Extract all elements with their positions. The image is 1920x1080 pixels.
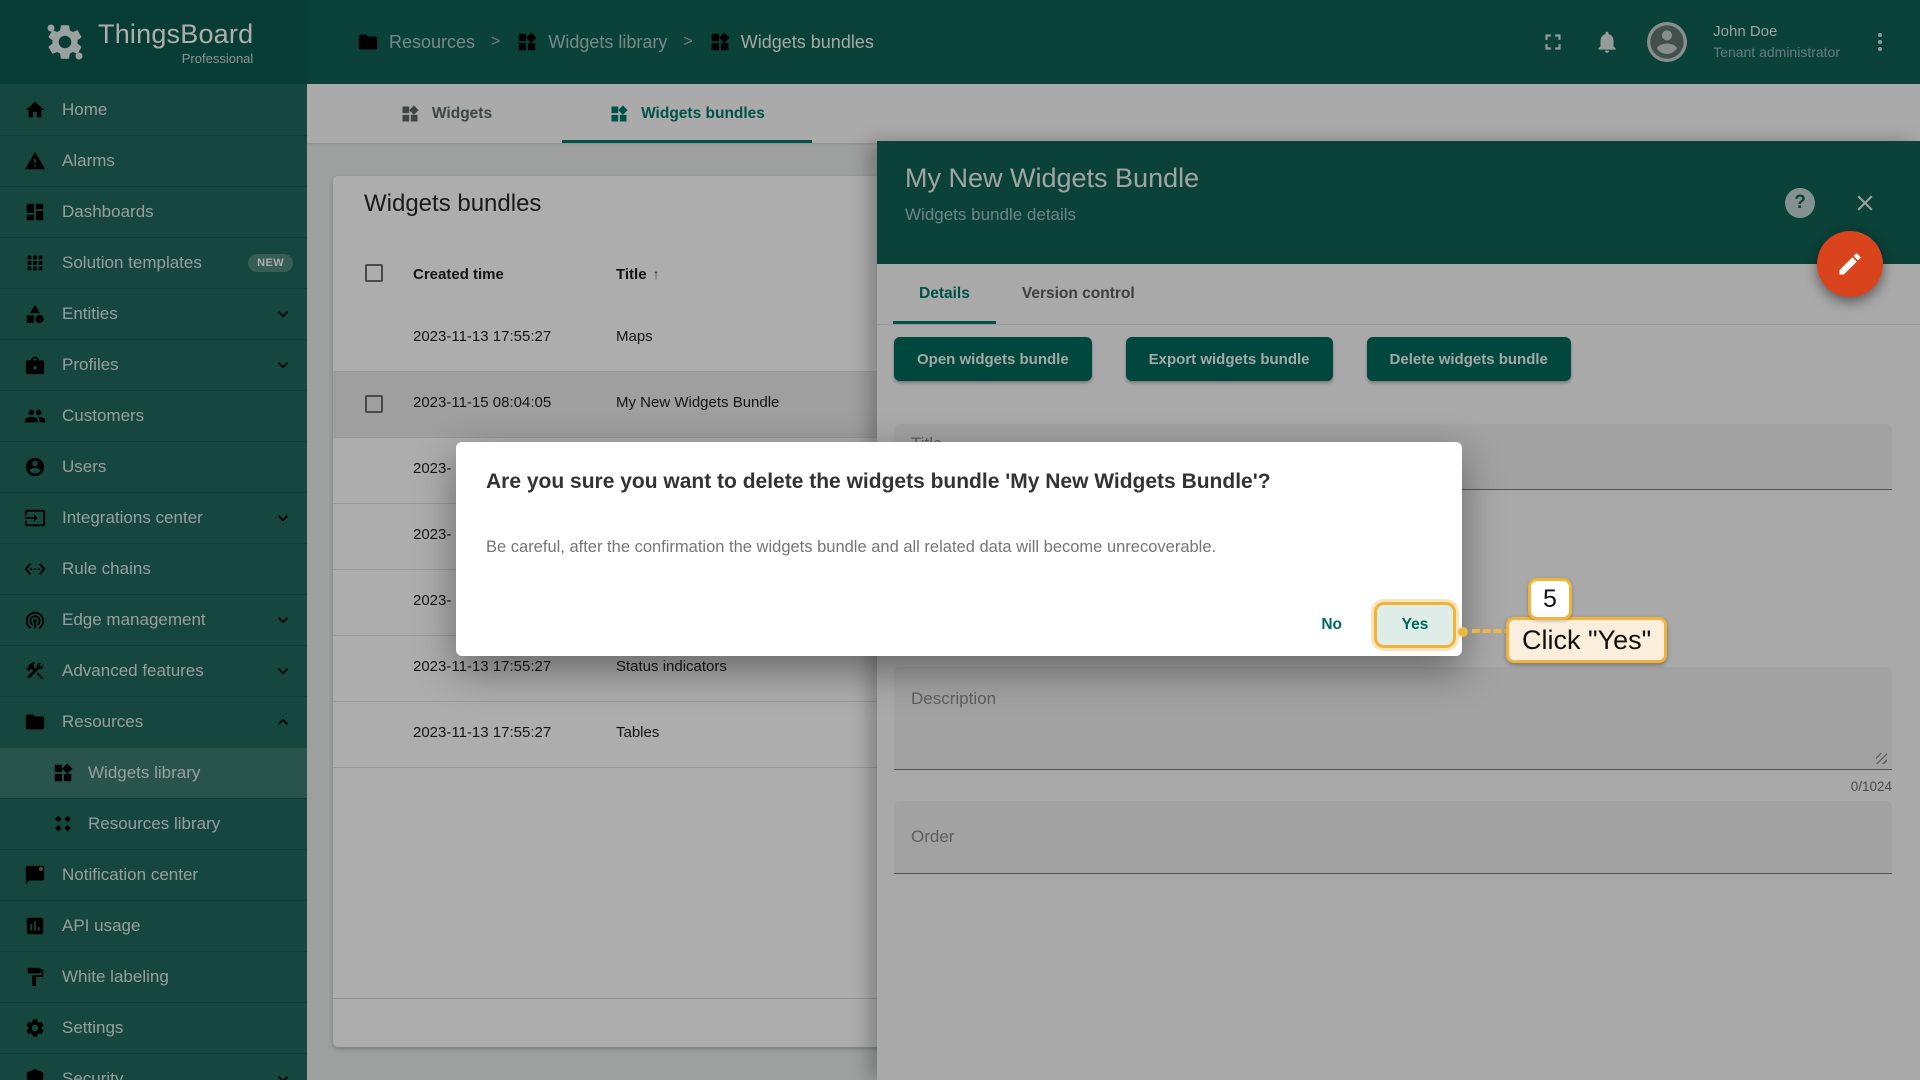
annotation-connector-dot xyxy=(1458,627,1468,637)
pencil-icon xyxy=(1836,250,1864,278)
dialog-message: Be careful, after the confirmation the w… xyxy=(486,538,1217,556)
annotation-label: Click "Yes" xyxy=(1506,617,1668,663)
dialog-actions: No Yes xyxy=(1303,602,1456,648)
annotation-step-badge: 5 xyxy=(1528,578,1572,620)
yes-button[interactable]: Yes xyxy=(1402,616,1429,634)
app-root: ThingsBoard Professional Resources > Wid… xyxy=(0,0,1920,1080)
no-button[interactable]: No xyxy=(1303,606,1360,644)
edit-fab-button[interactable] xyxy=(1817,231,1883,297)
delete-confirm-dialog: Are you sure you want to delete the widg… xyxy=(456,442,1462,656)
yes-button-highlight: Yes xyxy=(1374,602,1456,648)
dialog-title: Are you sure you want to delete the widg… xyxy=(486,470,1271,493)
